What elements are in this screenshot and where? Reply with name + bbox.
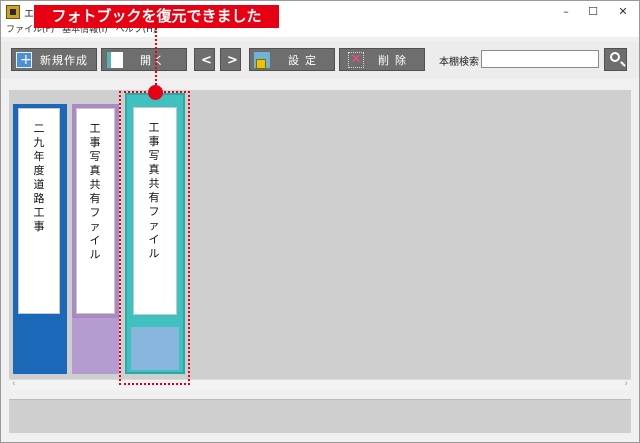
chevron-right-icon: > bbox=[227, 53, 238, 68]
app-icon bbox=[6, 5, 20, 19]
new-book-icon bbox=[16, 49, 32, 72]
search-button[interactable] bbox=[604, 48, 627, 71]
search-input[interactable] bbox=[481, 50, 599, 68]
binder-spine-bottom bbox=[72, 318, 119, 374]
search-icon bbox=[610, 52, 620, 62]
delete-button-label: 削除 bbox=[378, 54, 412, 67]
open-book-icon bbox=[107, 52, 123, 68]
chevron-left-icon: < bbox=[201, 53, 212, 68]
shelf-scrollbar[interactable]: ‹ › bbox=[9, 379, 631, 390]
callout-banner: フォトブックを復元できました bbox=[34, 5, 279, 28]
search-label: 本棚検索 bbox=[439, 57, 479, 68]
callout-marker-dot bbox=[148, 85, 163, 100]
bookshelf: 二九年度 道路工事 工事写真 共有ファイル 工事写真 共有ファイル bbox=[9, 90, 631, 379]
scroll-right-icon[interactable]: › bbox=[624, 379, 628, 389]
binder-title: 二九年度 道路工事 bbox=[33, 122, 45, 233]
settings-button[interactable]: 設定 bbox=[249, 48, 335, 71]
delete-button[interactable]: ✕ 削除 bbox=[339, 48, 425, 71]
binder-1[interactable]: 二九年度 道路工事 bbox=[13, 104, 67, 374]
status-panel bbox=[9, 399, 631, 433]
previous-button[interactable]: < bbox=[194, 48, 215, 71]
scroll-left-icon[interactable]: ‹ bbox=[12, 379, 16, 389]
delete-icon: ✕ bbox=[348, 52, 364, 68]
window-title: エ bbox=[24, 9, 34, 20]
toolbar: 新規作成 開く < > 設定 ✕ 削除 本棚検索 bbox=[1, 41, 639, 79]
new-button[interactable]: 新規作成 bbox=[11, 48, 97, 72]
open-button[interactable]: 開く bbox=[101, 48, 187, 71]
lock-settings-icon bbox=[254, 52, 270, 69]
binder-title: 工事写真 共有ファイル bbox=[89, 122, 101, 261]
callout-highlight-box bbox=[119, 91, 190, 385]
new-button-label: 新規作成 bbox=[40, 54, 88, 67]
callout-leader-line bbox=[155, 28, 157, 88]
open-button-label: 開く bbox=[140, 54, 166, 67]
binder-spine-bottom bbox=[13, 318, 67, 374]
application-window: エ – ☐ ✕ ファイル(F) 基本情報(I) ヘルプ(H) 新規作成 開く <… bbox=[0, 0, 640, 443]
next-button[interactable]: > bbox=[220, 48, 241, 71]
binder-2[interactable]: 工事写真 共有ファイル bbox=[72, 104, 119, 374]
close-button[interactable]: ✕ bbox=[605, 1, 640, 23]
settings-button-label: 設定 bbox=[288, 54, 322, 67]
